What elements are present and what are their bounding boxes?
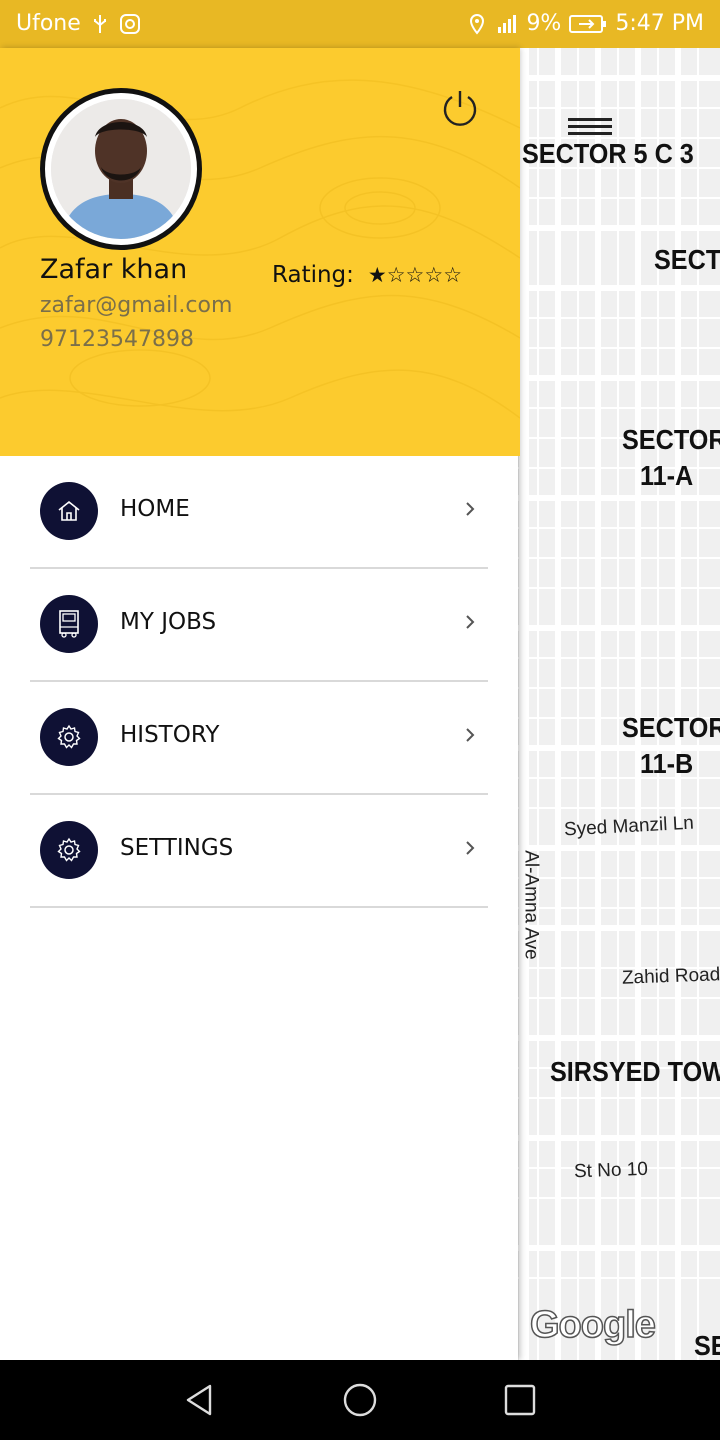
signal-icon	[498, 14, 517, 33]
rating-stars: ★☆☆☆☆	[367, 263, 463, 287]
user-email: zafar@gmail.com	[40, 293, 233, 318]
map-label: SIRSYED TOW	[550, 1056, 720, 1087]
chevron-right-icon	[466, 841, 475, 855]
menu-item-label: HOME	[120, 496, 190, 522]
menu-item-label: HISTORY	[120, 722, 220, 748]
user-name: Zafar khan	[40, 254, 188, 285]
map-label: SECTOR 5 C 3	[522, 138, 694, 169]
map-view[interactable]: SECTOR 5 C 3 SECTO SECTOR 11-A SECTOR 11…	[518, 48, 720, 1360]
menu-item-settings[interactable]: SETTINGS	[30, 795, 488, 908]
profile-photo	[51, 99, 191, 239]
home-icon	[40, 482, 98, 540]
map-label: St No 10	[573, 1158, 649, 1183]
power-icon[interactable]	[440, 88, 480, 128]
home-nav-icon[interactable]	[342, 1382, 378, 1418]
rating-label: Rating:	[272, 262, 354, 288]
map-label: Al-Amna Ave	[520, 850, 542, 960]
drawer-menu: HOME MY JOBS HISTORY SETTINGS	[0, 456, 518, 908]
menu-item-home[interactable]: HOME	[30, 456, 488, 569]
carrier-name: Ufone	[16, 11, 81, 36]
battery-icon	[569, 14, 607, 33]
google-logo: Google	[529, 1303, 656, 1347]
battery-percent: 9%	[526, 11, 562, 36]
chevron-right-icon	[466, 728, 475, 742]
menu-item-label: MY JOBS	[120, 609, 217, 635]
map-label: SECTOR	[622, 424, 720, 455]
gear-icon	[40, 708, 98, 766]
menu-item-my-jobs[interactable]: MY JOBS	[30, 569, 488, 682]
status-bar: Ufone 9% 5:47 PM	[0, 0, 720, 48]
map-label: 11-B	[640, 748, 694, 779]
rating: Rating: ★☆☆☆☆	[272, 262, 462, 288]
gear-icon	[40, 821, 98, 879]
truck-icon	[40, 595, 98, 653]
chevron-right-icon	[466, 615, 475, 629]
map-label: SE	[694, 1330, 720, 1360]
avatar[interactable]	[40, 88, 202, 250]
menu-hamburger-icon[interactable]	[568, 118, 612, 138]
chevron-right-icon	[466, 502, 475, 516]
map-label: SECTOR	[622, 712, 720, 743]
navigation-drawer: Zafar khan zafar@gmail.com 97123547898 R…	[0, 48, 520, 1360]
menu-item-label: SETTINGS	[120, 835, 234, 861]
map-label: SECTO	[654, 244, 720, 275]
map-label: Zahid Road	[621, 964, 720, 989]
clock: 5:47 PM	[615, 11, 704, 36]
location-icon	[470, 13, 485, 35]
menu-item-history[interactable]: HISTORY	[30, 682, 488, 795]
instagram-icon	[119, 13, 140, 34]
recents-icon[interactable]	[502, 1382, 538, 1418]
drawer-header: Zafar khan zafar@gmail.com 97123547898 R…	[0, 48, 520, 456]
system-nav-bar	[0, 1360, 720, 1440]
usb-icon	[93, 14, 106, 33]
map-label: 11-A	[640, 460, 694, 491]
back-icon[interactable]	[182, 1382, 218, 1418]
user-phone: 97123547898	[40, 327, 194, 352]
